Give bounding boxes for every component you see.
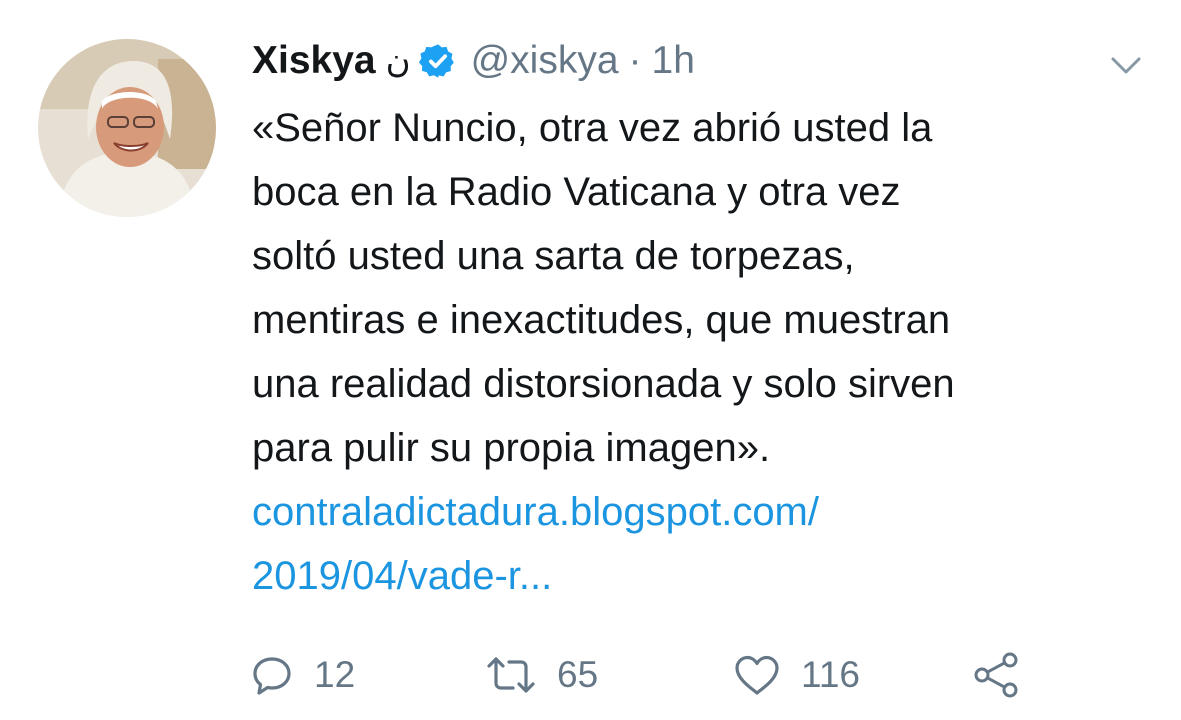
reply-icon xyxy=(250,653,294,697)
tweet-text-line: «Señor Nuncio, otra vez abrió usted la xyxy=(252,106,933,150)
tweet-text-line: soltó usted una sarta de torpezas, xyxy=(252,234,855,278)
verified-badge-icon xyxy=(418,42,457,80)
retweet-button[interactable]: 65 xyxy=(485,645,598,705)
tweet-text-line: mentiras e inexactitudes, que muestran xyxy=(252,298,951,342)
separator-dot: · xyxy=(628,39,642,82)
heart-icon xyxy=(733,653,781,697)
reply-button[interactable]: 12 xyxy=(250,645,355,705)
retweet-count: 65 xyxy=(557,654,599,695)
tweet-text-line: boca en la Radio Vaticana y otra vez xyxy=(252,170,901,214)
reply-count: 12 xyxy=(314,654,356,695)
display-name[interactable]: Xiskya xyxy=(252,39,376,83)
timestamp[interactable]: 1h xyxy=(652,39,695,83)
tweet-text-line: una realidad distorsionada y solo sirven xyxy=(252,362,955,406)
tweet-text-line: para pulir su propia imagen». xyxy=(252,426,771,470)
share-button[interactable] xyxy=(972,645,1022,705)
avatar[interactable] xyxy=(38,39,216,217)
tweet-header: Xiskya ن @xiskya · 1h xyxy=(252,36,695,86)
name-symbol: ن xyxy=(385,42,411,80)
chevron-down-icon[interactable] xyxy=(1108,50,1144,80)
like-count: 116 xyxy=(801,654,860,695)
tweet-link[interactable]: 2019/04/vade-r... xyxy=(252,544,1152,608)
retweet-icon xyxy=(485,653,537,697)
tweet-text: «Señor Nuncio, otra vez abrió usted la b… xyxy=(252,96,1152,608)
action-bar: 12 65 116 xyxy=(250,645,1150,705)
like-button[interactable]: 116 xyxy=(733,645,860,705)
user-handle[interactable]: @xiskya xyxy=(471,39,619,83)
tweet-link[interactable]: contraladictadura.blogspot.com/ xyxy=(252,480,1152,544)
share-icon xyxy=(972,652,1022,698)
